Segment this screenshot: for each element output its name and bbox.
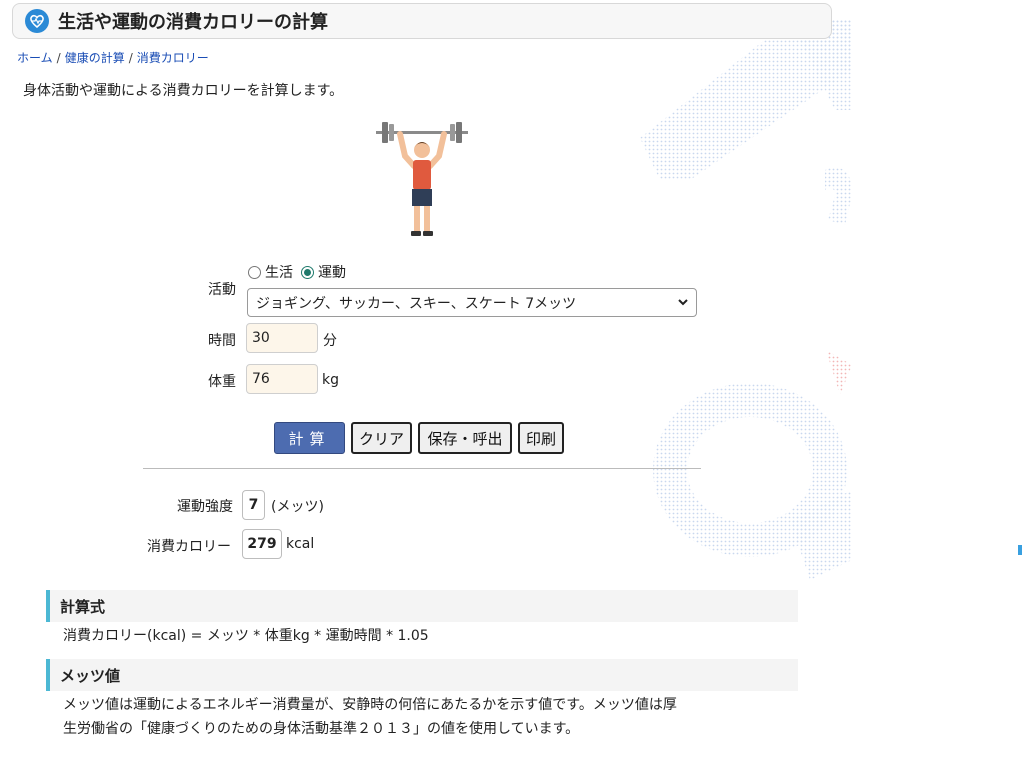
breadcrumb-separator: /: [56, 51, 61, 65]
save-load-button[interactable]: 保存・呼出: [418, 422, 512, 454]
breadcrumb-current-link[interactable]: 消費カロリー: [137, 51, 209, 65]
weight-input[interactable]: 76: [246, 364, 318, 394]
page-header: 生活や運動の消費カロリーの計算: [12, 3, 832, 39]
weight-label: 体重: [208, 374, 236, 390]
mets-description-line2: 生労働省の「健康づくりのための身体活動基準２０１３」の値を使用しています。: [63, 721, 580, 737]
weight-input-value: 76: [252, 371, 270, 387]
intensity-label: 運動強度: [177, 499, 233, 515]
radio-life-label[interactable]: 生活: [265, 262, 293, 282]
time-unit: 分: [323, 333, 337, 349]
breadcrumb-home-link[interactable]: ホーム: [17, 51, 53, 65]
intensity-output: 7: [242, 490, 265, 520]
divider: [143, 468, 701, 469]
calculate-button[interactable]: 計算: [274, 422, 345, 454]
time-input-value: 30: [252, 330, 270, 346]
mets-description: メッツ値は運動によるエネルギー消費量が、安静時の何倍にあたるかを示す値です。メッ…: [63, 693, 677, 741]
breadcrumb: ホーム / 健康の計算 / 消費カロリー: [17, 49, 209, 66]
radio-exercise-label[interactable]: 運動: [318, 262, 346, 282]
activity-label: 活動: [208, 282, 236, 298]
weightlifter-illustration: [372, 116, 472, 245]
breadcrumb-separator: /: [128, 51, 133, 65]
print-button[interactable]: 印刷: [518, 422, 564, 454]
radio-exercise[interactable]: [301, 265, 314, 279]
calorie-output: 279: [242, 529, 282, 559]
page-title: 生活や運動の消費カロリーの計算: [58, 12, 328, 33]
formula-text: 消費カロリー(kcal) = メッツ * 体重kg * 運動時間 * 1.05: [63, 628, 429, 644]
formula-heading: 計算式: [46, 590, 798, 622]
heart-pulse-icon: [25, 9, 49, 33]
radio-life[interactable]: [248, 265, 261, 279]
weight-unit: kg: [322, 372, 339, 388]
mets-heading: メッツ値: [46, 659, 798, 691]
activity-select-value: ジョギング、サッカー、スキー、スケート 7メッツ: [256, 295, 577, 312]
mets-description-line1: メッツ値は運動によるエネルギー消費量が、安静時の何倍にあたるかを示す値です。メッ…: [63, 697, 677, 713]
breadcrumb-category-link[interactable]: 健康の計算: [65, 51, 125, 65]
calorie-label: 消費カロリー: [147, 539, 231, 555]
intro-text: 身体活動や運動による消費カロリーを計算します。: [23, 83, 344, 99]
calorie-unit: kcal: [286, 536, 315, 552]
time-label: 時間: [208, 333, 236, 349]
time-input[interactable]: 30: [246, 323, 318, 353]
clear-button[interactable]: クリア: [351, 422, 412, 454]
activity-select[interactable]: ジョギング、サッカー、スキー、スケート 7メッツ: [247, 288, 697, 317]
scroll-indicator: [1018, 545, 1022, 555]
chevron-down-icon: [676, 295, 690, 313]
intensity-unit: (メッツ): [271, 499, 324, 515]
mode-radio-group: 生活 運動: [248, 262, 354, 282]
